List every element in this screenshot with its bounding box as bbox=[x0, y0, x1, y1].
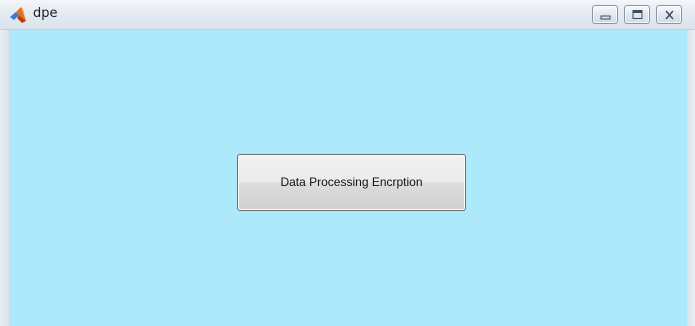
window-frame-right bbox=[687, 30, 695, 326]
close-button[interactable] bbox=[656, 5, 682, 24]
title-bar[interactable]: dpe bbox=[0, 0, 695, 30]
app-window: dpe Data Processing Encrption bbox=[0, 0, 695, 326]
window-frame-left bbox=[0, 30, 9, 326]
figure-client-area: Data Processing Encrption bbox=[9, 30, 687, 326]
data-processing-encryption-button[interactable]: Data Processing Encrption bbox=[237, 154, 466, 211]
minimize-button[interactable] bbox=[592, 5, 618, 24]
matlab-logo-icon[interactable] bbox=[9, 6, 27, 24]
maximize-button[interactable] bbox=[624, 5, 650, 24]
window-title: dpe bbox=[33, 6, 58, 21]
